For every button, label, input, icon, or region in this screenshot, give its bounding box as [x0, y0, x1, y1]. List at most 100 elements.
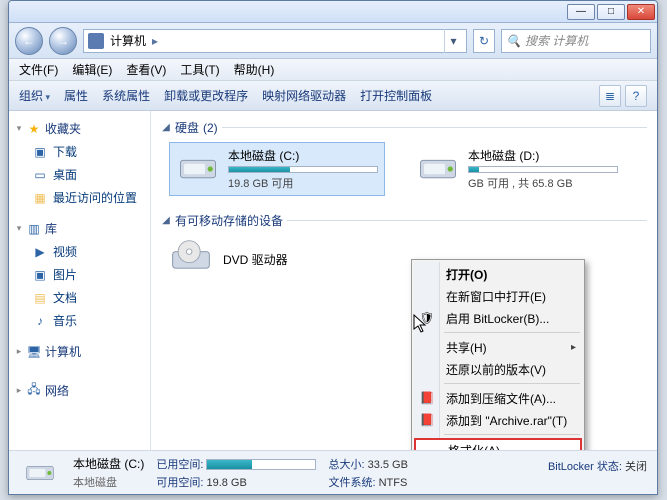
chevron-right-icon: ▸ — [15, 346, 23, 357]
address-location: 计算机 — [110, 32, 146, 49]
hdd-icon — [176, 147, 220, 191]
sidebar-libraries[interactable]: ▾ ▥ 库 — [9, 217, 150, 240]
document-icon: ▤ — [33, 291, 47, 305]
dvd-drive-label[interactable]: DVD 驱动器 — [223, 251, 288, 268]
group-hdd-label: 硬盘 — [175, 119, 199, 136]
close-button[interactable]: ✕ — [627, 4, 655, 20]
hdd-icon — [416, 147, 460, 191]
video-icon: ▶ — [33, 245, 47, 259]
address-bar[interactable]: 计算机 ▸ ▾ — [83, 29, 467, 53]
ctx-open-new-window[interactable]: 在新窗口中打开(E) — [414, 285, 582, 307]
ctx-restore-previous[interactable]: 还原以前的版本(V) — [414, 358, 582, 380]
hdd-icon — [19, 456, 61, 490]
music-icon: ♪ — [33, 314, 47, 328]
sidebar-item-recent[interactable]: ▦ 最近访问的位置 — [9, 186, 150, 209]
ctx-add-to-archive[interactable]: 📕 添加到压缩文件(A)... — [414, 387, 582, 409]
maximize-button[interactable]: □ — [597, 4, 625, 20]
drive-c-usage-bar — [228, 166, 378, 173]
menu-tools[interactable]: 工具(T) — [180, 61, 219, 78]
sidebar-favorites[interactable]: ▾ ★ 收藏夹 — [9, 117, 150, 140]
refresh-button[interactable]: ↻ — [473, 29, 495, 53]
address-separator-icon: ▸ — [152, 34, 158, 48]
network-icon: 🖧 — [27, 384, 41, 398]
body: ▾ ★ 收藏夹 ▣ 下载 ▭ 桌面 ▦ 最近访问的位置 ▾ ▥ 库 — [9, 111, 657, 450]
view-mode-button[interactable]: ≣ — [599, 85, 621, 107]
ctx-open[interactable]: 打开(O) — [414, 263, 582, 285]
sidebar-computer-label: 计算机 — [45, 343, 81, 360]
sidebar-item-downloads[interactable]: ▣ 下载 — [9, 140, 150, 163]
help-button[interactable]: ? — [625, 85, 647, 107]
status-used-label: 已用空间: — [156, 459, 203, 471]
toolbar-system-properties[interactable]: 系统属性 — [102, 87, 150, 104]
group-hdd[interactable]: ◢ 硬盘 (2) — [161, 117, 647, 140]
sidebar-item-label: 音乐 — [53, 312, 77, 329]
status-drive-sub: 本地磁盘 — [73, 474, 144, 490]
ctx-add-to-named-archive[interactable]: 📕 添加到 "Archive.rar"(T) — [414, 409, 582, 431]
sidebar-favorites-label: 收藏夹 — [45, 120, 81, 137]
sidebar: ▾ ★ 收藏夹 ▣ 下载 ▭ 桌面 ▦ 最近访问的位置 ▾ ▥ 库 — [9, 111, 151, 450]
address-dropdown-button[interactable]: ▾ — [444, 29, 462, 53]
drive-c-free: 19.8 GB 可用 — [228, 175, 378, 191]
sidebar-item-desktop[interactable]: ▭ 桌面 — [9, 163, 150, 186]
status-used-bar — [206, 459, 316, 470]
sidebar-item-label: 最近访问的位置 — [53, 189, 137, 206]
picture-icon: ▣ — [33, 268, 47, 282]
toolbar-organize[interactable]: 组织 — [19, 87, 50, 104]
drive-c[interactable]: 本地磁盘 (C:) 19.8 GB 可用 — [169, 142, 385, 196]
main-pane: ◢ 硬盘 (2) 本地磁盘 (C:) 19.8 GB 可用 — [151, 111, 657, 450]
group-removable[interactable]: ◢ 有可移动存储的设备 — [161, 210, 647, 233]
toolbar-properties[interactable]: 属性 — [64, 87, 88, 104]
menu-help[interactable]: 帮助(H) — [234, 61, 275, 78]
toolbar-map-drive[interactable]: 映射网络驱动器 — [262, 87, 346, 104]
status-bitlocker-value: 关闭 — [625, 461, 647, 473]
drive-d-usage-bar — [468, 166, 618, 173]
ctx-share[interactable]: 共享(H) — [414, 336, 582, 358]
computer-icon — [88, 33, 104, 49]
status-fs-label: 文件系统: — [328, 477, 375, 489]
status-bitlocker-label: BitLocker 状态: — [548, 461, 622, 473]
sidebar-item-label: 文档 — [53, 289, 77, 306]
toolbar-uninstall[interactable]: 卸载或更改程序 — [164, 87, 248, 104]
sidebar-computer[interactable]: ▸ 🖥 计算机 — [9, 340, 150, 363]
star-icon: ★ — [27, 122, 41, 136]
collapse-icon: ◢ — [161, 215, 171, 226]
status-free-label: 可用空间: — [156, 477, 203, 489]
menu-file[interactable]: 文件(F) — [19, 61, 58, 78]
drive-d-name: 本地磁盘 (D:) — [468, 147, 618, 164]
group-removable-label: 有可移动存储的设备 — [175, 212, 283, 229]
shield-icon: 🛡 — [419, 310, 435, 326]
sidebar-item-label: 桌面 — [53, 166, 77, 183]
menu-edit[interactable]: 编辑(E) — [72, 61, 112, 78]
chevron-down-icon: ▾ — [15, 123, 23, 134]
rar-icon: 📕 — [419, 390, 435, 406]
dvd-drive-icon — [169, 237, 213, 281]
nav-forward-button[interactable]: → — [49, 27, 77, 55]
status-total-label: 总大小: — [328, 459, 364, 471]
drive-d-free: GB 可用 , 共 65.8 GB — [468, 175, 618, 191]
sidebar-libraries-label: 库 — [45, 220, 57, 237]
sidebar-item-music[interactable]: ♪ 音乐 — [9, 309, 150, 332]
nav-back-button[interactable]: ← — [15, 27, 43, 55]
status-free-value: 19.8 GB — [206, 477, 246, 489]
sidebar-item-documents[interactable]: ▤ 文档 — [9, 286, 150, 309]
sidebar-network[interactable]: ▸ 🖧 网络 — [9, 379, 150, 402]
menu-bar: 文件(F) 编辑(E) 查看(V) 工具(T) 帮助(H) — [9, 59, 657, 81]
sidebar-item-videos[interactable]: ▶ 视频 — [9, 240, 150, 263]
ctx-bitlocker[interactable]: 🛡 启用 BitLocker(B)... — [414, 307, 582, 329]
search-input[interactable]: 🔍 搜索 计算机 — [501, 29, 651, 53]
recent-icon: ▦ — [33, 191, 47, 205]
download-icon: ▣ — [33, 145, 47, 159]
minimize-button[interactable]: — — [567, 4, 595, 20]
drive-d[interactable]: 本地磁盘 (D:) GB 可用 , 共 65.8 GB — [409, 142, 625, 196]
drive-c-name: 本地磁盘 (C:) — [228, 147, 378, 164]
sidebar-item-pictures[interactable]: ▣ 图片 — [9, 263, 150, 286]
toolbar-control-panel[interactable]: 打开控制面板 — [360, 87, 432, 104]
search-placeholder: 搜索 计算机 — [525, 32, 588, 49]
rar-icon: 📕 — [419, 412, 435, 428]
status-drive-name: 本地磁盘 (C:) — [73, 455, 144, 472]
computer-icon: 🖥 — [27, 345, 41, 359]
ctx-format[interactable]: 格式化(A)... — [414, 438, 582, 450]
desktop-icon: ▭ — [33, 168, 47, 182]
menu-view[interactable]: 查看(V) — [126, 61, 166, 78]
titlebar: — □ ✕ — [9, 1, 657, 23]
